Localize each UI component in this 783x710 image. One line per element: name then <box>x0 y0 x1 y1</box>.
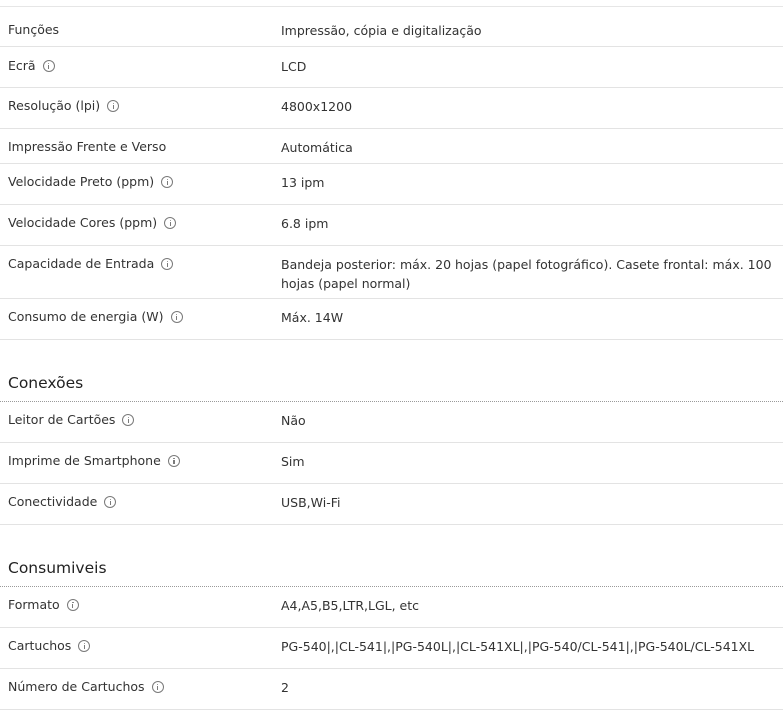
spec-row-funcoes: Funções Impressão, cópia e digitalização <box>0 12 783 47</box>
spec-row-frente-verso: Impressão Frente e Verso Automática <box>0 129 783 164</box>
spec-value: Bandeja posterior: máx. 20 hojas (papel … <box>281 257 772 291</box>
spec-row-formato: Formato A4,A5,B5,LTR,LGL, etc <box>0 587 783 628</box>
spec-label: Resolução (lpi) <box>0 97 281 115</box>
spec-row-velocidade-cores: Velocidade Cores (ppm) 6.8 ipm <box>0 205 783 246</box>
spec-value: 13 ipm <box>281 175 325 190</box>
info-icon[interactable] <box>170 311 183 323</box>
info-icon[interactable] <box>151 681 164 693</box>
spec-row-ecra: Ecrã LCD <box>0 47 783 88</box>
spec-value: Impressão, cópia e digitalização <box>281 23 482 38</box>
spec-label: Velocidade Cores (ppm) <box>0 214 281 232</box>
spec-value: PG-540|,|CL-541|,|PG-540L|,|CL-541XL|,|P… <box>281 639 755 654</box>
info-icon[interactable] <box>104 496 117 508</box>
top-divider <box>0 0 783 7</box>
spec-label: Número de Cartuchos <box>0 678 281 696</box>
info-icon[interactable] <box>42 60 55 72</box>
spec-row-consumo-energia: Consumo de energia (W) Máx. 14W <box>0 299 783 340</box>
spec-label: Capacidade de Entrada <box>0 255 281 273</box>
spec-value: Automática <box>281 140 353 155</box>
info-icon[interactable] <box>122 414 135 426</box>
spec-row-conectividade: Conectividade USB,Wi-Fi <box>0 484 783 525</box>
spec-value: 4800x1200 <box>281 99 353 114</box>
spec-row-leitor-cartoes: Leitor de Cartões Não <box>0 402 783 443</box>
spec-row-velocidade-preto: Velocidade Preto (ppm) 13 ipm <box>0 164 783 205</box>
spec-label: Impressão Frente e Verso <box>8 139 167 154</box>
spec-value: 6.8 ipm <box>281 216 329 231</box>
spec-value: USB,Wi-Fi <box>281 495 341 510</box>
info-icon[interactable] <box>161 258 174 270</box>
spec-table: Funções Impressão, cópia e digitalização… <box>0 12 783 710</box>
info-icon[interactable] <box>167 455 180 467</box>
spec-row-cartuchos: Cartuchos PG-540|,|CL-541|,|PG-540L|,|CL… <box>0 628 783 669</box>
info-icon[interactable] <box>161 176 174 188</box>
section-title-consumiveis: Consumiveis <box>0 525 783 587</box>
spec-label: Leitor de Cartões <box>0 411 281 429</box>
spec-row-capacidade-entrada: Capacidade de Entrada Bandeja posterior:… <box>0 246 783 299</box>
spec-label: Formato <box>0 596 281 614</box>
info-icon[interactable] <box>78 640 91 652</box>
spec-label: Conectividade <box>0 493 281 511</box>
spec-value: A4,A5,B5,LTR,LGL, etc <box>281 598 420 613</box>
spec-label: Imprime de Smartphone <box>0 452 281 470</box>
spec-value: Sim <box>281 454 305 469</box>
spec-row-resolucao: Resolução (lpi) 4800x1200 <box>0 88 783 129</box>
spec-value: 2 <box>281 680 289 695</box>
spec-label: Ecrã <box>0 57 281 75</box>
spec-row-numero-cartuchos: Número de Cartuchos 2 <box>0 669 783 710</box>
spec-label: Cartuchos <box>0 637 281 655</box>
info-icon[interactable] <box>107 100 120 112</box>
spec-label: Consumo de energia (W) <box>0 308 281 326</box>
spec-row-imprime-smartphone: Imprime de Smartphone Sim <box>0 443 783 484</box>
spec-value: Máx. 14W <box>281 310 344 325</box>
spec-value: LCD <box>281 59 307 74</box>
spec-label: Velocidade Preto (ppm) <box>0 173 281 191</box>
info-icon[interactable] <box>66 599 79 611</box>
spec-value: Não <box>281 413 306 428</box>
info-icon[interactable] <box>164 217 177 229</box>
section-title-conexoes: Conexões <box>0 340 783 402</box>
spec-label: Funções <box>8 22 60 37</box>
